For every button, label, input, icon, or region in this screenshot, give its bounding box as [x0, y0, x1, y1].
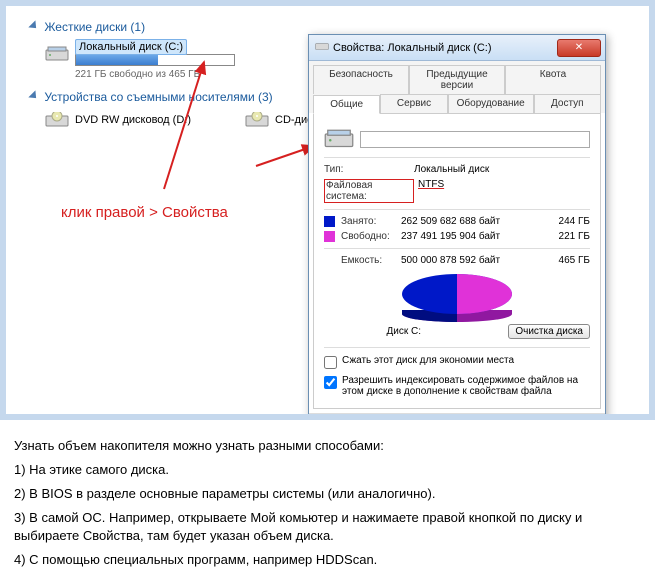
used-gb: 244 ГБ — [550, 216, 590, 227]
filesystem-label: Файловая система: — [324, 179, 414, 203]
pie-caption: Диск C: — [324, 326, 484, 337]
type-value: Локальный диск — [414, 164, 489, 175]
dialog-title: Свойства: Локальный диск (C:) — [333, 42, 557, 54]
article-p1: 1) На этике самого диска. — [14, 461, 645, 480]
tab-security[interactable]: Безопасность — [313, 65, 409, 94]
used-label: Занято: — [341, 216, 401, 227]
compress-checkbox[interactable] — [324, 356, 337, 369]
hdd-icon — [45, 45, 69, 63]
tab-hardware[interactable]: Оборудование — [448, 94, 534, 113]
tab-general[interactable]: Общие — [313, 95, 380, 114]
close-button[interactable]: ✕ — [557, 39, 601, 57]
used-bytes: 262 509 682 688 байт — [401, 216, 550, 227]
tab-row-2: Общие Сервис Оборудование Доступ — [309, 94, 605, 113]
expand-icon[interactable] — [28, 20, 39, 31]
free-bytes: 237 491 195 904 байт — [401, 231, 550, 242]
compress-label: Сжать этот диск для экономии места — [342, 355, 514, 366]
drive-label-input[interactable] — [360, 131, 590, 148]
drive-small-icon — [315, 40, 329, 55]
drive-large-icon — [324, 125, 360, 153]
article-p4: 4) С помощью специальных программ, напри… — [14, 551, 645, 570]
tab-general-body: Тип: Локальный диск Файловая система: NT… — [313, 113, 601, 409]
tab-sharing[interactable]: Доступ — [534, 94, 601, 113]
capacity-label: Емкость: — [341, 255, 401, 266]
filesystem-value: NTFS — [418, 179, 444, 203]
drive-c-label: Локальный диск (C:) — [75, 39, 187, 55]
article-text: Узнать объем накопителя можно узнать раз… — [0, 420, 659, 587]
free-label: Свободно: — [341, 231, 401, 242]
screenshot-frame: Жесткие диски (1) Локальный диск (C:) 22… — [0, 0, 655, 420]
tab-row-1: Безопасность Предыдущие версии Квота — [309, 61, 605, 94]
capacity-gb: 465 ГБ — [550, 255, 590, 266]
article-p2: 2) В BIOS в разделе основные параметры с… — [14, 485, 645, 504]
free-color-icon — [324, 231, 335, 242]
hdd-header-label: Жесткие диски (1) — [44, 20, 145, 34]
type-label: Тип: — [324, 164, 414, 175]
article-p3: 3) В самой ОС. Например, открываете Мой … — [14, 509, 645, 547]
capacity-bytes: 500 000 878 592 байт — [401, 255, 550, 266]
annotation-text: клик правой > Свойства — [61, 204, 228, 221]
properties-dialog: Свойства: Локальный диск (C:) ✕ Безопасн… — [308, 34, 606, 414]
disk-usage-pie — [402, 274, 512, 322]
index-label: Разрешить индексировать содержимое файло… — [342, 375, 590, 397]
tab-quota[interactable]: Квота — [505, 65, 601, 94]
explorer-panel: Жесткие диски (1) Локальный диск (C:) 22… — [6, 6, 649, 414]
dialog-footer: ОК Отмена Применить — [309, 413, 605, 414]
disk-cleanup-button[interactable]: Очистка диска — [508, 324, 590, 339]
free-gb: 221 ГБ — [550, 231, 590, 242]
article-p0: Узнать объем накопителя можно узнать раз… — [14, 437, 645, 456]
tab-previous-versions[interactable]: Предыдущие версии — [409, 65, 505, 94]
dvd-icon — [45, 111, 69, 129]
dialog-titlebar[interactable]: Свойства: Локальный диск (C:) ✕ — [309, 35, 605, 61]
tab-tools[interactable]: Сервис — [380, 94, 447, 113]
used-color-icon — [324, 216, 335, 227]
expand-icon[interactable] — [28, 90, 39, 101]
index-checkbox[interactable] — [324, 376, 337, 389]
